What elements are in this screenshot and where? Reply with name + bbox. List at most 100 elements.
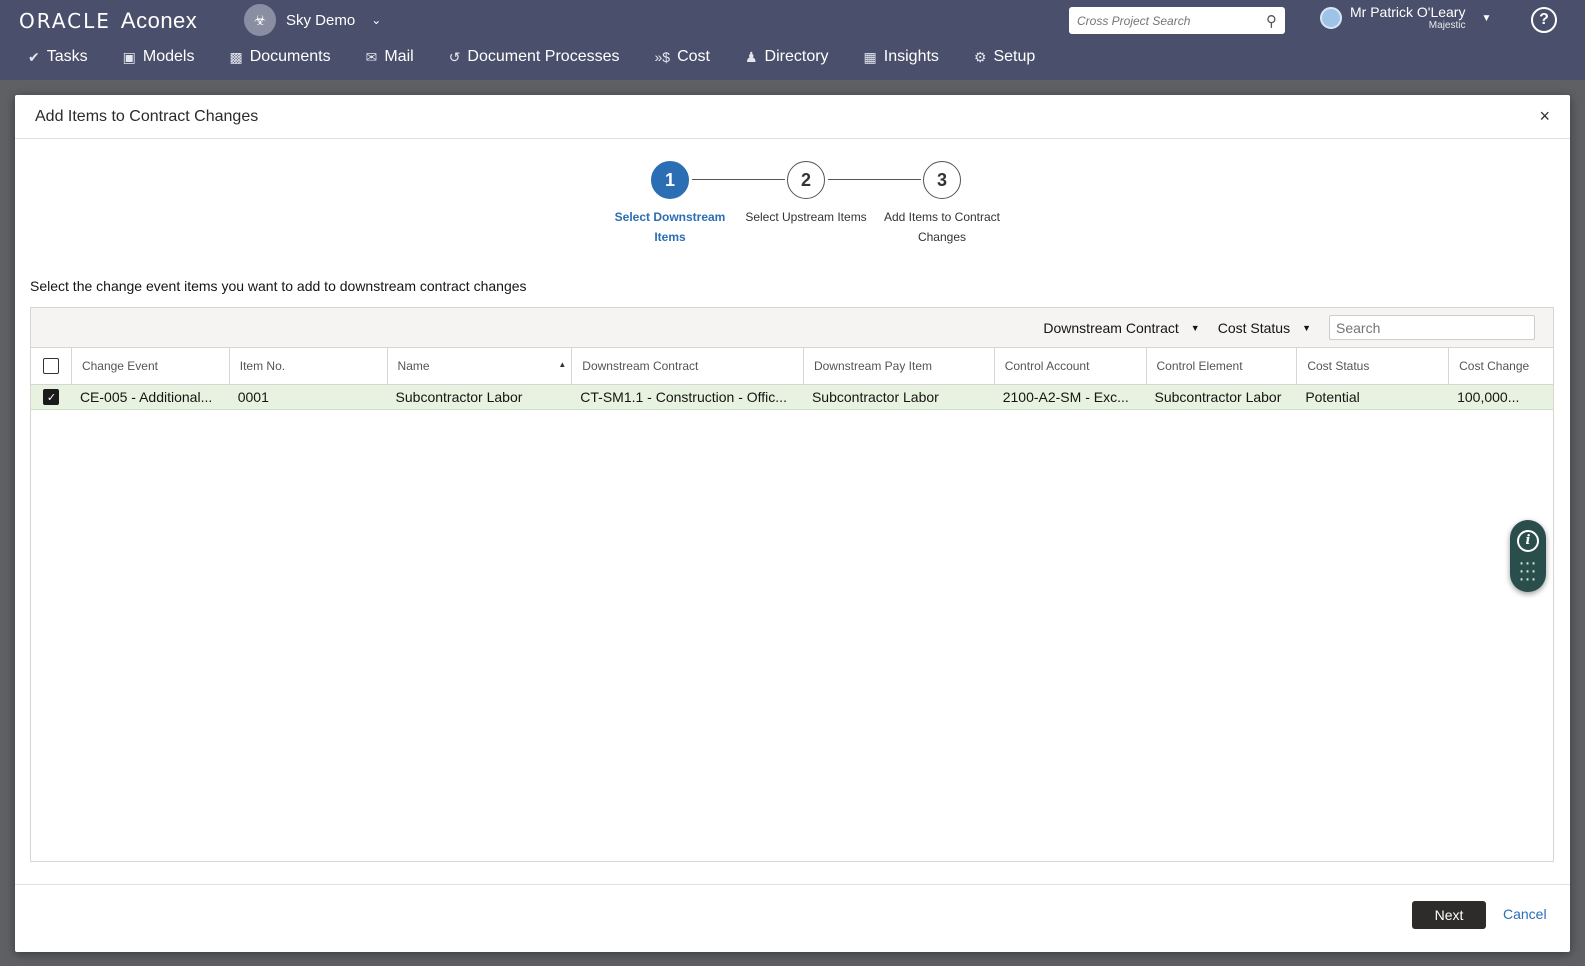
step-2: 2 Select Upstream Items — [736, 161, 876, 227]
cell-control-account: 2100-A2-SM - Exc... — [1002, 389, 1129, 405]
select-all-checkbox[interactable] — [42, 358, 59, 374]
next-button[interactable]: Next — [1412, 901, 1486, 929]
mail-icon: ✉ — [365, 48, 378, 65]
oracle-aconex-logo[interactable]: ORACLE Aconex — [19, 8, 197, 34]
gear-icon: ⚙ — [973, 48, 987, 65]
row-select-cell: ✓ — [31, 385, 72, 409]
user-avatar-icon — [1320, 7, 1342, 30]
chevron-down-icon: ⌄ — [371, 13, 382, 27]
modal-footer: Next Cancel — [15, 884, 1570, 952]
people-icon: ♟ — [744, 48, 758, 65]
table-row[interactable]: ✓ CE-005 - Additional... 0001 Subcontrac… — [31, 385, 1553, 410]
col-control-account[interactable]: Control Account — [995, 348, 1147, 384]
cell-control-element: Subcontractor Labor — [1154, 389, 1282, 405]
caret-down-icon: ▼ — [1190, 322, 1200, 333]
step-1: 1 Select Downstream Items — [600, 161, 740, 247]
nav-label: Mail — [384, 48, 414, 65]
grid-dots-icon[interactable]: ⋯ ⋯ ⋯ — [1519, 554, 1538, 588]
main-nav: ✔ Tasks ▣ Models ▩ Documents ✉ Mail ↺ Documen… — [28, 44, 1070, 70]
col-control-element[interactable]: Control Element — [1147, 348, 1298, 384]
cost-icon: »$ — [654, 49, 671, 65]
user-menu[interactable]: Mr Patrick O'Leary Majestic ▼ — [1320, 4, 1492, 32]
caret-down-icon: ▼ — [1302, 322, 1311, 333]
step-number: 1 — [651, 161, 689, 199]
cell-name: Subcontractor Labor — [395, 389, 523, 405]
nav-setup[interactable]: ⚙ Setup — [974, 48, 1035, 66]
caret-down-icon: ▼ — [1481, 12, 1492, 24]
nav-mail[interactable]: ✉ Mail — [366, 48, 414, 66]
table-header: Change Event Item No. Name ▲ Downstream … — [31, 348, 1553, 385]
nav-documents[interactable]: ▩ Documents — [229, 48, 330, 66]
top-bar: ORACLE Aconex ☣ Sky Demo ⌄ ⚲ Mr Patrick … — [0, 0, 1585, 80]
col-item-no[interactable]: Item No. — [230, 348, 388, 384]
user-name: Mr Patrick O'Leary — [1350, 4, 1466, 20]
step-label: Add Items to Contract Changes — [883, 210, 1001, 244]
nav-label: Models — [142, 48, 195, 65]
document-icon: ▩ — [229, 48, 243, 65]
modal-header: Add Items to Contract Changes × — [15, 95, 1570, 139]
nav-label: Documents — [249, 48, 331, 65]
cube-icon: ▣ — [122, 48, 136, 65]
downstream-contract-filter[interactable]: Downstream Contract ▼ — [1043, 320, 1199, 336]
nav-cost[interactable]: »$ Cost — [654, 48, 709, 66]
search-icon[interactable]: ⚲ — [1266, 12, 1277, 30]
row-checkbox[interactable]: ✓ — [43, 389, 60, 405]
cell-item-no: 0001 — [237, 389, 269, 405]
nav-label: Tasks — [46, 48, 88, 65]
add-items-modal: Add Items to Contract Changes × 1 Select… — [15, 95, 1570, 952]
cell-downstream-pay-item: Subcontractor Labor — [811, 389, 939, 405]
col-downstream-contract[interactable]: Downstream Contract — [572, 348, 804, 384]
table-search-input[interactable] — [1329, 315, 1535, 340]
bar-chart-icon: ▦ — [863, 48, 877, 65]
logo-product-text: Aconex — [120, 8, 198, 33]
close-icon[interactable]: × — [1539, 106, 1550, 127]
logo-oracle-text: ORACLE — [19, 9, 111, 33]
nav-label: Document Processes — [467, 48, 620, 65]
info-icon[interactable]: i — [1517, 529, 1539, 552]
wizard-steps: 1 Select Downstream Items 2 Select Upstr… — [15, 161, 1570, 251]
sort-ascending-icon: ▲ — [558, 360, 567, 369]
nav-insights[interactable]: ▦ Insights — [864, 48, 939, 66]
col-change-event[interactable]: Change Event — [72, 348, 230, 384]
col-downstream-pay-item[interactable]: Downstream Pay Item — [804, 348, 995, 384]
cost-status-filter[interactable]: Cost Status ▼ — [1218, 320, 1311, 336]
step-label: Select Upstream Items — [745, 210, 867, 224]
nav-document-processes[interactable]: ↺ Document Processes — [449, 48, 620, 66]
filter-label: Downstream Contract — [1043, 319, 1179, 336]
col-cost-change[interactable]: Cost Change — [1449, 348, 1553, 384]
col-name-label: Name — [397, 358, 430, 373]
modal-title: Add Items to Contract Changes — [35, 107, 259, 125]
step-3: 3 Add Items to Contract Changes — [872, 161, 1012, 247]
nav-label: Cost — [677, 48, 710, 65]
step-number: 2 — [787, 161, 825, 199]
items-table: Downstream Contract ▼ Cost Status ▼ Chan… — [30, 307, 1554, 862]
cross-project-search: ⚲ — [1069, 7, 1285, 34]
select-all-cell — [31, 348, 72, 384]
filter-label: Cost Status — [1217, 319, 1291, 336]
instruction-text: Select the change event items you want t… — [30, 278, 527, 294]
cell-change-event: CE-005 - Additional... — [79, 389, 213, 405]
cell-cost-status: Potential — [1305, 389, 1360, 405]
col-name[interactable]: Name ▲ — [388, 348, 573, 384]
nav-label: Directory — [764, 48, 829, 65]
col-cost-status[interactable]: Cost Status — [1297, 348, 1450, 384]
project-switcher[interactable]: ☣ Sky Demo ⌄ — [244, 4, 381, 36]
nav-label: Setup — [993, 48, 1036, 65]
cross-project-search-input[interactable] — [1077, 13, 1257, 28]
nav-label: Insights — [883, 48, 939, 65]
nav-directory[interactable]: ♟ Directory — [745, 48, 829, 66]
user-org: Majestic — [1428, 20, 1466, 32]
help-icon[interactable]: ? — [1531, 7, 1557, 33]
check-icon: ✔ — [28, 48, 40, 65]
assistant-widget[interactable]: i ⋯ ⋯ ⋯ — [1510, 520, 1546, 592]
nav-tasks[interactable]: ✔ Tasks — [28, 48, 88, 66]
step-number: 3 — [923, 161, 961, 199]
project-name: Sky Demo — [286, 11, 356, 29]
nav-models[interactable]: ▣ Models — [123, 48, 195, 66]
project-network-icon: ☣ — [244, 4, 276, 36]
cell-cost-change: 100,000... — [1457, 389, 1520, 405]
workflow-icon: ↺ — [448, 48, 461, 65]
cancel-button[interactable]: Cancel — [1503, 906, 1547, 922]
step-label: Select Downstream Items — [614, 210, 726, 244]
table-toolbar: Downstream Contract ▼ Cost Status ▼ — [31, 308, 1553, 348]
